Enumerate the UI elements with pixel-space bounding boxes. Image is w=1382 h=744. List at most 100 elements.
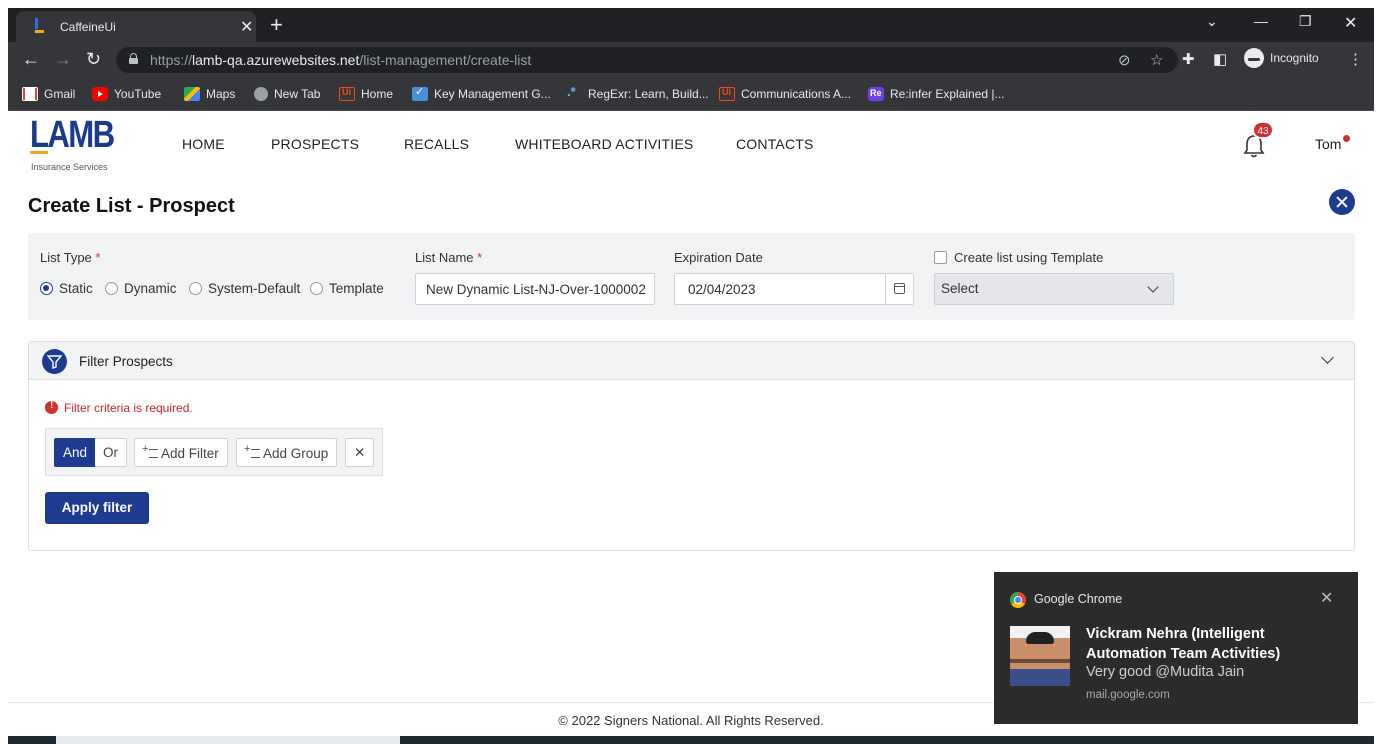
radio-empty-icon	[189, 281, 202, 295]
new-tab-icon[interactable]: +	[270, 12, 283, 38]
tab-close-icon[interactable]: ✕	[240, 17, 253, 37]
filter-error-message: Filter criteria is required.	[45, 400, 193, 415]
forward-icon[interactable]: →	[54, 49, 72, 70]
gmail-icon	[22, 86, 38, 101]
filter-prospects-header[interactable]: Filter Prospects	[29, 342, 1354, 380]
chrome-icon	[1010, 592, 1026, 608]
app-header: LAMB Insurance Services HOME PROSPECTS R…	[8, 111, 1374, 179]
nav-whiteboard-activities[interactable]: WHITEBOARD ACTIVITIES	[515, 136, 693, 152]
bookmark-new-tab[interactable]: New Tab	[254, 86, 320, 101]
add-group-icon	[244, 443, 260, 459]
side-panel-icon[interactable]: ◧	[1213, 50, 1227, 68]
bookmark-home[interactable]: Home	[339, 86, 393, 101]
nav-prospects[interactable]: PROSPECTS	[271, 136, 359, 152]
chevron-down-icon[interactable]	[1321, 351, 1334, 364]
reload-icon[interactable]: ↻	[86, 49, 101, 70]
restore-icon[interactable]: ❐	[1299, 13, 1312, 30]
tab-title: CaffeineUi	[60, 20, 116, 34]
incognito-badge[interactable]: Incognito	[1244, 48, 1327, 72]
uipath-icon	[339, 86, 355, 101]
lamb-logo[interactable]: LAMB Insurance Services	[30, 116, 132, 172]
menu-kebab-icon[interactable]: ⋮	[1348, 50, 1363, 68]
expiration-date-input[interactable]: 02/04/2023	[674, 273, 914, 305]
remove-group-button[interactable]: ✕	[345, 438, 375, 467]
nav-contacts[interactable]: CONTACTS	[736, 136, 814, 152]
chevron-down-icon	[1147, 281, 1159, 293]
template-select[interactable]: Select	[934, 273, 1174, 305]
page-title: Create List - Prospect	[28, 195, 235, 217]
list-name-input[interactable]: New Dynamic List-NJ-Over-1000002	[415, 273, 655, 305]
notification-close-icon[interactable]: ✕	[1320, 588, 1333, 608]
maps-icon	[184, 86, 200, 101]
back-icon[interactable]: ←	[22, 49, 40, 70]
notification-message: Very good @Mudita Jain	[1086, 664, 1245, 680]
bookmark-maps[interactable]: Maps	[184, 86, 235, 101]
add-group-button[interactable]: Add Group	[236, 438, 338, 467]
bookmark-gmail[interactable]: Gmail	[22, 86, 75, 101]
browser-toolbar: ← → ↻ https://lamb-qa.azurewebsites.net/…	[8, 42, 1374, 78]
filter-title: Filter Prospects	[79, 354, 173, 369]
chrome-notification[interactable]: Google Chrome ✕ Vickram Nehra (Intellige…	[994, 572, 1358, 724]
browser-window: CaffeineUi ✕ + ⌄ — ❐ ✕ ← → ↻ https://lam…	[8, 8, 1374, 744]
checkbox-icon	[412, 85, 428, 101]
notification-source: mail.google.com	[1086, 689, 1170, 701]
template-checkbox-label: Create list using Template	[954, 250, 1104, 265]
notification-app-name: Google Chrome	[1034, 592, 1123, 606]
uipath-icon	[719, 86, 735, 101]
globe-icon	[254, 86, 268, 101]
nav-home[interactable]: HOME	[182, 136, 225, 152]
notification-count-badge: 43	[1252, 121, 1274, 139]
address-bar[interactable]: https://lamb-qa.azurewebsites.net/list-m…	[116, 47, 1178, 73]
user-menu[interactable]: Tom	[1315, 136, 1341, 152]
bookmark-communications[interactable]: Communications A...	[719, 86, 851, 101]
radio-empty-icon	[105, 281, 118, 295]
bookmark-youtube[interactable]: YouTube	[92, 86, 161, 101]
star-icon[interactable]: ☆	[1150, 51, 1163, 69]
caffeine-favicon-icon	[32, 18, 44, 34]
tab-search-icon[interactable]: ⌄	[1206, 13, 1218, 30]
filter-funnel-icon	[42, 349, 67, 374]
nav-recalls[interactable]: RECALLS	[404, 136, 469, 152]
add-filter-icon	[142, 443, 158, 459]
template-checkbox[interactable]	[934, 251, 947, 264]
lock-icon	[129, 53, 138, 64]
radio-dynamic[interactable]: Dynamic	[105, 280, 177, 296]
status-dot	[1343, 135, 1350, 142]
url-text: https://lamb-qa.azurewebsites.net/list-m…	[150, 52, 532, 68]
bookmark-key-management[interactable]: Key Management G...	[412, 85, 551, 101]
query-builder: And Or Add Filter Add Group ✕	[45, 428, 383, 476]
window-close-icon[interactable]: ✕	[1344, 13, 1357, 33]
radio-static[interactable]: Static	[40, 280, 93, 296]
youtube-icon	[92, 86, 108, 101]
browser-tab[interactable]: CaffeineUi ✕	[16, 11, 256, 42]
and-button[interactable]: And	[54, 438, 97, 467]
radio-template[interactable]: Template	[310, 280, 384, 296]
error-icon	[45, 400, 58, 415]
add-filter-button[interactable]: Add Filter	[134, 438, 228, 467]
tab-strip: CaffeineUi ✕ + ⌄ — ❐ ✕	[8, 8, 1374, 42]
list-form-panel: List Type * Static Dynamic System-Defaul…	[28, 233, 1355, 320]
bookmark-reinfer[interactable]: Re:infer Explained |...	[868, 86, 1005, 101]
list-name-label: List Name *	[415, 250, 483, 265]
extensions-icon[interactable]: ✚	[1182, 50, 1195, 68]
radio-system-default[interactable]: System-Default	[189, 280, 300, 296]
incognito-icon	[1244, 48, 1264, 68]
list-type-label: List Type *	[40, 250, 101, 265]
radio-selected-icon	[40, 281, 53, 295]
reinfer-icon	[868, 86, 884, 101]
minimize-icon[interactable]: —	[1254, 13, 1268, 29]
sender-avatar	[1010, 626, 1070, 686]
calendar-icon[interactable]	[885, 274, 913, 304]
filter-prospects-card: Filter Prospects Filter criteria is requ…	[28, 341, 1355, 551]
radio-empty-icon	[310, 281, 323, 295]
apply-filter-button[interactable]: Apply filter	[45, 492, 149, 524]
bookmark-regexr[interactable]: RegExr: Learn, Build...	[566, 84, 709, 101]
close-page-icon[interactable]	[1329, 189, 1355, 215]
expiration-date-label: Expiration Date	[674, 250, 763, 265]
regex-icon	[566, 84, 582, 101]
bookmarks-bar: Gmail YouTube Maps New Tab Home Key Mana…	[8, 78, 1374, 111]
os-taskbar	[8, 736, 1374, 744]
or-button[interactable]: Or	[95, 438, 127, 467]
eye-off-icon[interactable]: ⊘	[1118, 51, 1131, 69]
notification-title: Vickram Nehra (Intelligent Automation Te…	[1086, 626, 1281, 662]
